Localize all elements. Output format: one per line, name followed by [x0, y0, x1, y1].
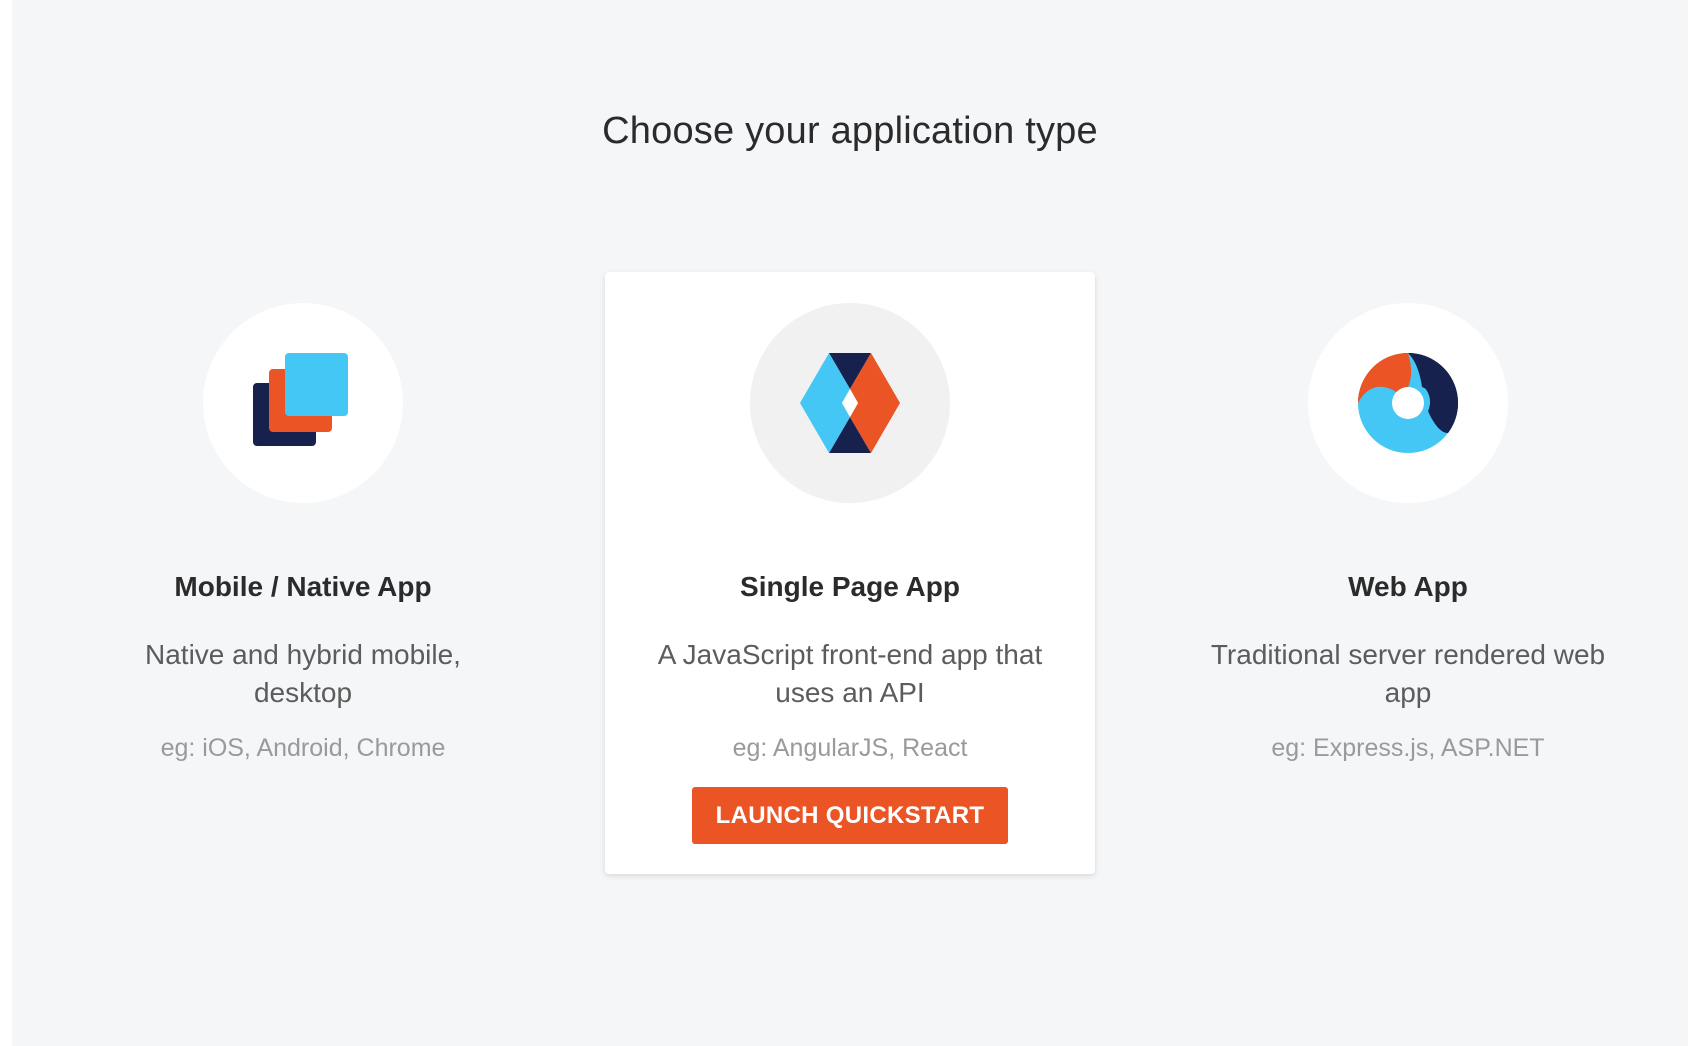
icon-circle [203, 303, 403, 503]
page-title: Choose your application type [602, 110, 1098, 152]
card-description: A JavaScript front-end app that uses an … [657, 639, 1043, 708]
card-description: Traditional server rendered web app [1210, 639, 1606, 708]
launch-quickstart-button[interactable]: LAUNCH QUICKSTART [692, 787, 1008, 844]
app-type-card-spa[interactable]: Single Page App A JavaScript front-end a… [605, 272, 1095, 874]
icon-circle [1308, 303, 1508, 503]
card-examples: eg: AngularJS, React [732, 734, 968, 762]
app-type-card-web[interactable]: Web App Traditional server rendered web … [1163, 272, 1653, 874]
card-title: Mobile / Native App [174, 571, 432, 602]
card-examples: eg: iOS, Android, Chrome [160, 734, 446, 762]
stacked-squares-icon [253, 353, 348, 446]
card-title: Web App [1348, 571, 1468, 602]
icon-circle [750, 303, 950, 503]
card-examples: eg: Express.js, ASP.NET [1271, 734, 1545, 762]
diamond-icon [800, 353, 900, 453]
main-panel: Choose your application type Mobile / Na… [12, 0, 1688, 1046]
app-type-card-mobile[interactable]: Mobile / Native App Native and hybrid mo… [58, 272, 548, 874]
card-description: Native and hybrid mobile, desktop [145, 639, 461, 708]
card-title: Single Page App [740, 571, 960, 602]
swirl-ring-icon [1358, 353, 1458, 453]
